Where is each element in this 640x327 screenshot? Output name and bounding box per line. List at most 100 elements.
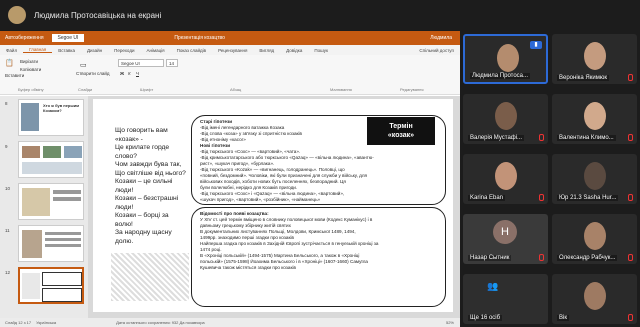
mic-muted-icon	[628, 254, 633, 261]
first-mentions-box[interactable]: Відомості про появі козацтва: У XIV ст. …	[191, 207, 446, 307]
participant-tile-speaking[interactable]: ▮ Людмила Протоса...	[463, 34, 548, 84]
term-label: Термін «козак»	[367, 117, 435, 145]
participant-tile[interactable]: Н Назар Сытник	[463, 214, 548, 264]
participant-video	[495, 102, 517, 130]
paste-icon[interactable]: 📋	[5, 59, 14, 67]
participant-name: Валерія Мустафі...	[468, 135, 525, 141]
cossacks-sketch-image	[111, 253, 189, 301]
paragraph-group-label: Абзац	[230, 87, 242, 92]
powerpoint-title-bar: Автозбереження Segoe UI Презентація коза…	[0, 31, 460, 45]
language-indicator: Українська	[36, 320, 57, 325]
slide-editing-area: Що говорить вам «козак» - Це крилате гор…	[88, 96, 460, 318]
current-slide[interactable]: Що говорить вам «козак» - Це крилате гор…	[93, 99, 453, 312]
zoom-level[interactable]: 52%	[446, 320, 454, 325]
mic-muted-icon	[539, 194, 544, 201]
ribbon-home: 📋 Вирізати Копіювати Вставити Буфер обмі…	[0, 55, 460, 95]
participant-tile[interactable]: Karina Eban	[463, 154, 548, 204]
slide-number-11: 11	[5, 228, 10, 233]
slide-number-9: 9	[5, 144, 8, 149]
participant-name: Людмила Протоса...	[470, 73, 530, 79]
document-title: Презентація козацтво	[174, 35, 225, 41]
new-slide-button[interactable]: Створити слайд	[76, 71, 110, 76]
participant-name: Юр 21.3 Sasha Hur...	[557, 195, 619, 201]
poem-text-box[interactable]: Що говорить вам «козак» - Це крилате гор…	[115, 127, 195, 246]
participant-video	[495, 162, 517, 190]
slide-number-12: 12	[5, 270, 11, 275]
bold-button[interactable]: Ж	[120, 71, 124, 76]
participant-name: Karina Eban	[468, 195, 506, 201]
mic-muted-icon	[628, 74, 633, 81]
slide-thumbnail[interactable]: Хто ж був першим Козаком?	[18, 99, 84, 136]
participants-panel: ▮ Людмила Протоса... Вероніка Якимюк Вал…	[461, 31, 640, 327]
participant-video	[584, 102, 606, 130]
cut-button[interactable]: Вирізати	[20, 59, 38, 64]
font-size-select[interactable]: 14	[166, 59, 178, 67]
drawing-group-label: Малювання	[330, 87, 352, 92]
participant-name: Вероніка Якимюк	[557, 75, 609, 81]
mic-muted-icon	[539, 134, 544, 141]
mic-muted-icon	[628, 194, 633, 201]
participant-name: Вік	[557, 315, 569, 321]
quick-search-box[interactable]: Segoe UI	[51, 34, 85, 42]
presenter-avatar	[8, 6, 26, 24]
tab-file[interactable]: Файл	[0, 48, 23, 53]
video-conference-window: Людмила Протосавіцька на екрані Автозбер…	[0, 0, 640, 327]
slide-thumbnail[interactable]	[18, 183, 84, 220]
slide-counter: Слайд 12 з 17	[5, 320, 32, 325]
status-bar: Слайд 12 з 17 Українська Дата останнього…	[0, 318, 460, 327]
participant-name: Олександр Рабчук...	[557, 255, 618, 261]
video-icon: ▮	[530, 41, 542, 49]
slides-group-label: Слайди	[78, 87, 93, 92]
slide-thumbnail[interactable]	[18, 225, 84, 262]
participant-name: Назар Сытник	[468, 255, 512, 261]
participant-tile[interactable]: Юр 21.3 Sasha Hur...	[552, 154, 637, 204]
slide-thumbnail[interactable]	[18, 141, 84, 178]
underline-button[interactable]: Ч	[136, 71, 139, 76]
tab-help[interactable]: Довідка	[280, 48, 308, 53]
people-icon: 👥	[487, 281, 499, 291]
autosave-label[interactable]: Автозбереження	[5, 35, 44, 41]
tab-insert[interactable]: Вставка	[52, 48, 81, 53]
font-family-select[interactable]: Segoe UI	[118, 59, 164, 67]
slide-thumbnails-pane: 8 Хто ж був першим Козаком? 9 10 11 12	[0, 96, 88, 318]
mic-muted-icon	[539, 254, 544, 261]
slide-thumbnail-selected[interactable]	[18, 267, 84, 304]
tab-slideshow[interactable]: Показ слайдів	[171, 48, 212, 53]
new-slide-icon[interactable]: ▭	[80, 61, 87, 69]
ribbon-tabs: Файл Главная Вставка Дизайн Переходи Ані…	[0, 45, 460, 55]
shared-screen: Автозбереження Segoe UI Презентація коза…	[0, 31, 460, 327]
share-button[interactable]: Спільний доступ	[413, 48, 460, 53]
copy-button[interactable]: Копіювати	[20, 67, 41, 72]
editing-group-label: Редагування	[400, 87, 424, 92]
participant-video	[497, 44, 519, 72]
more-participants-count: Ще 16 осіб	[468, 315, 503, 321]
tab-search[interactable]: Пошук	[308, 48, 334, 53]
tab-transitions[interactable]: Переходи	[108, 48, 140, 53]
autorecover-status: Дата останнього сохранения: 932 Да позав…	[116, 320, 205, 325]
tab-design[interactable]: Дизайн	[81, 48, 108, 53]
participant-tile[interactable]: Валентина Климо...	[552, 94, 637, 144]
account-user[interactable]: Людмила	[430, 35, 452, 41]
participant-tile[interactable]: Вероніка Якимюк	[552, 34, 637, 84]
participant-video	[584, 42, 606, 70]
participant-tile[interactable]: Олександр Рабчук...	[552, 214, 637, 264]
tab-view[interactable]: Вигляд	[253, 48, 280, 53]
paste-label[interactable]: Вставити	[5, 73, 24, 78]
clipboard-group-label: Буфер обміну	[18, 87, 44, 92]
participant-video	[584, 222, 606, 250]
participant-name: Валентина Климо...	[557, 135, 616, 141]
tab-home[interactable]: Главная	[23, 47, 53, 53]
participant-tile[interactable]: Валерія Мустафі...	[463, 94, 548, 144]
italic-button[interactable]: К	[128, 71, 131, 76]
thumbnail-title: Хто ж був першим Козаком?	[43, 103, 80, 113]
font-group-label: Шрифт	[140, 87, 154, 92]
slide-number-10: 10	[5, 186, 11, 191]
screen-share-title: Людмила Протосавіцька на екрані	[34, 10, 162, 20]
tab-review[interactable]: Рецензування	[212, 48, 253, 53]
more-participants-tile[interactable]: 👥 Ще 16 осіб	[463, 274, 548, 324]
tab-animations[interactable]: Анімація	[140, 48, 170, 53]
top-bar: Людмила Протосавіцька на екрані	[0, 0, 640, 30]
participant-video	[584, 162, 606, 190]
participant-tile[interactable]: Вік	[552, 274, 637, 324]
participant-initial-avatar: Н	[493, 220, 517, 244]
